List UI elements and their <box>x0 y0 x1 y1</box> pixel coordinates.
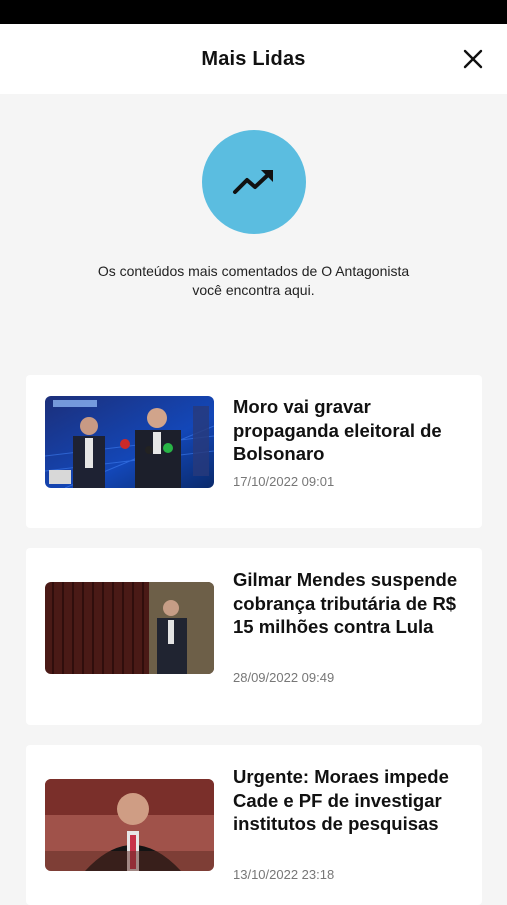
article-date: 17/10/2022 09:01 <box>233 474 335 489</box>
article-image <box>45 396 214 488</box>
article-card[interactable]: Urgente: Moraes impede Cade e PF de inve… <box>26 745 482 905</box>
article-title[interactable]: Gilmar Mendes suspende cobrança tributár… <box>233 568 473 639</box>
article-card[interactable]: Gilmar Mendes suspende cobrança tributár… <box>26 548 482 725</box>
trending-badge <box>202 130 306 234</box>
article-title[interactable]: Moro vai gravar propaganda eleitoral de … <box>233 395 473 466</box>
intro-line-1: Os conteúdos mais comentados de O Antago… <box>97 263 410 279</box>
intro-text: Os conteúdos mais comentados de O Antago… <box>40 262 467 300</box>
close-icon <box>463 49 483 69</box>
status-bar <box>0 0 507 24</box>
article-date: 13/10/2022 23:18 <box>233 867 335 882</box>
article-thumbnail[interactable] <box>45 582 214 674</box>
article-date: 28/09/2022 09:49 <box>233 670 335 685</box>
article-thumbnail[interactable] <box>45 396 214 488</box>
article-image <box>45 779 214 871</box>
trending-up-icon <box>233 170 273 194</box>
article-title[interactable]: Urgente: Moraes impede Cade e PF de inve… <box>233 765 473 836</box>
intro-line-2: você encontra aqui. <box>192 282 315 298</box>
article-card[interactable]: Moro vai gravar propaganda eleitoral de … <box>26 375 482 528</box>
article-image <box>45 582 214 674</box>
article-thumbnail[interactable] <box>45 779 214 871</box>
header: Mais Lidas <box>0 24 507 94</box>
close-button[interactable] <box>461 47 485 71</box>
page-title: Mais Lidas <box>201 47 306 70</box>
